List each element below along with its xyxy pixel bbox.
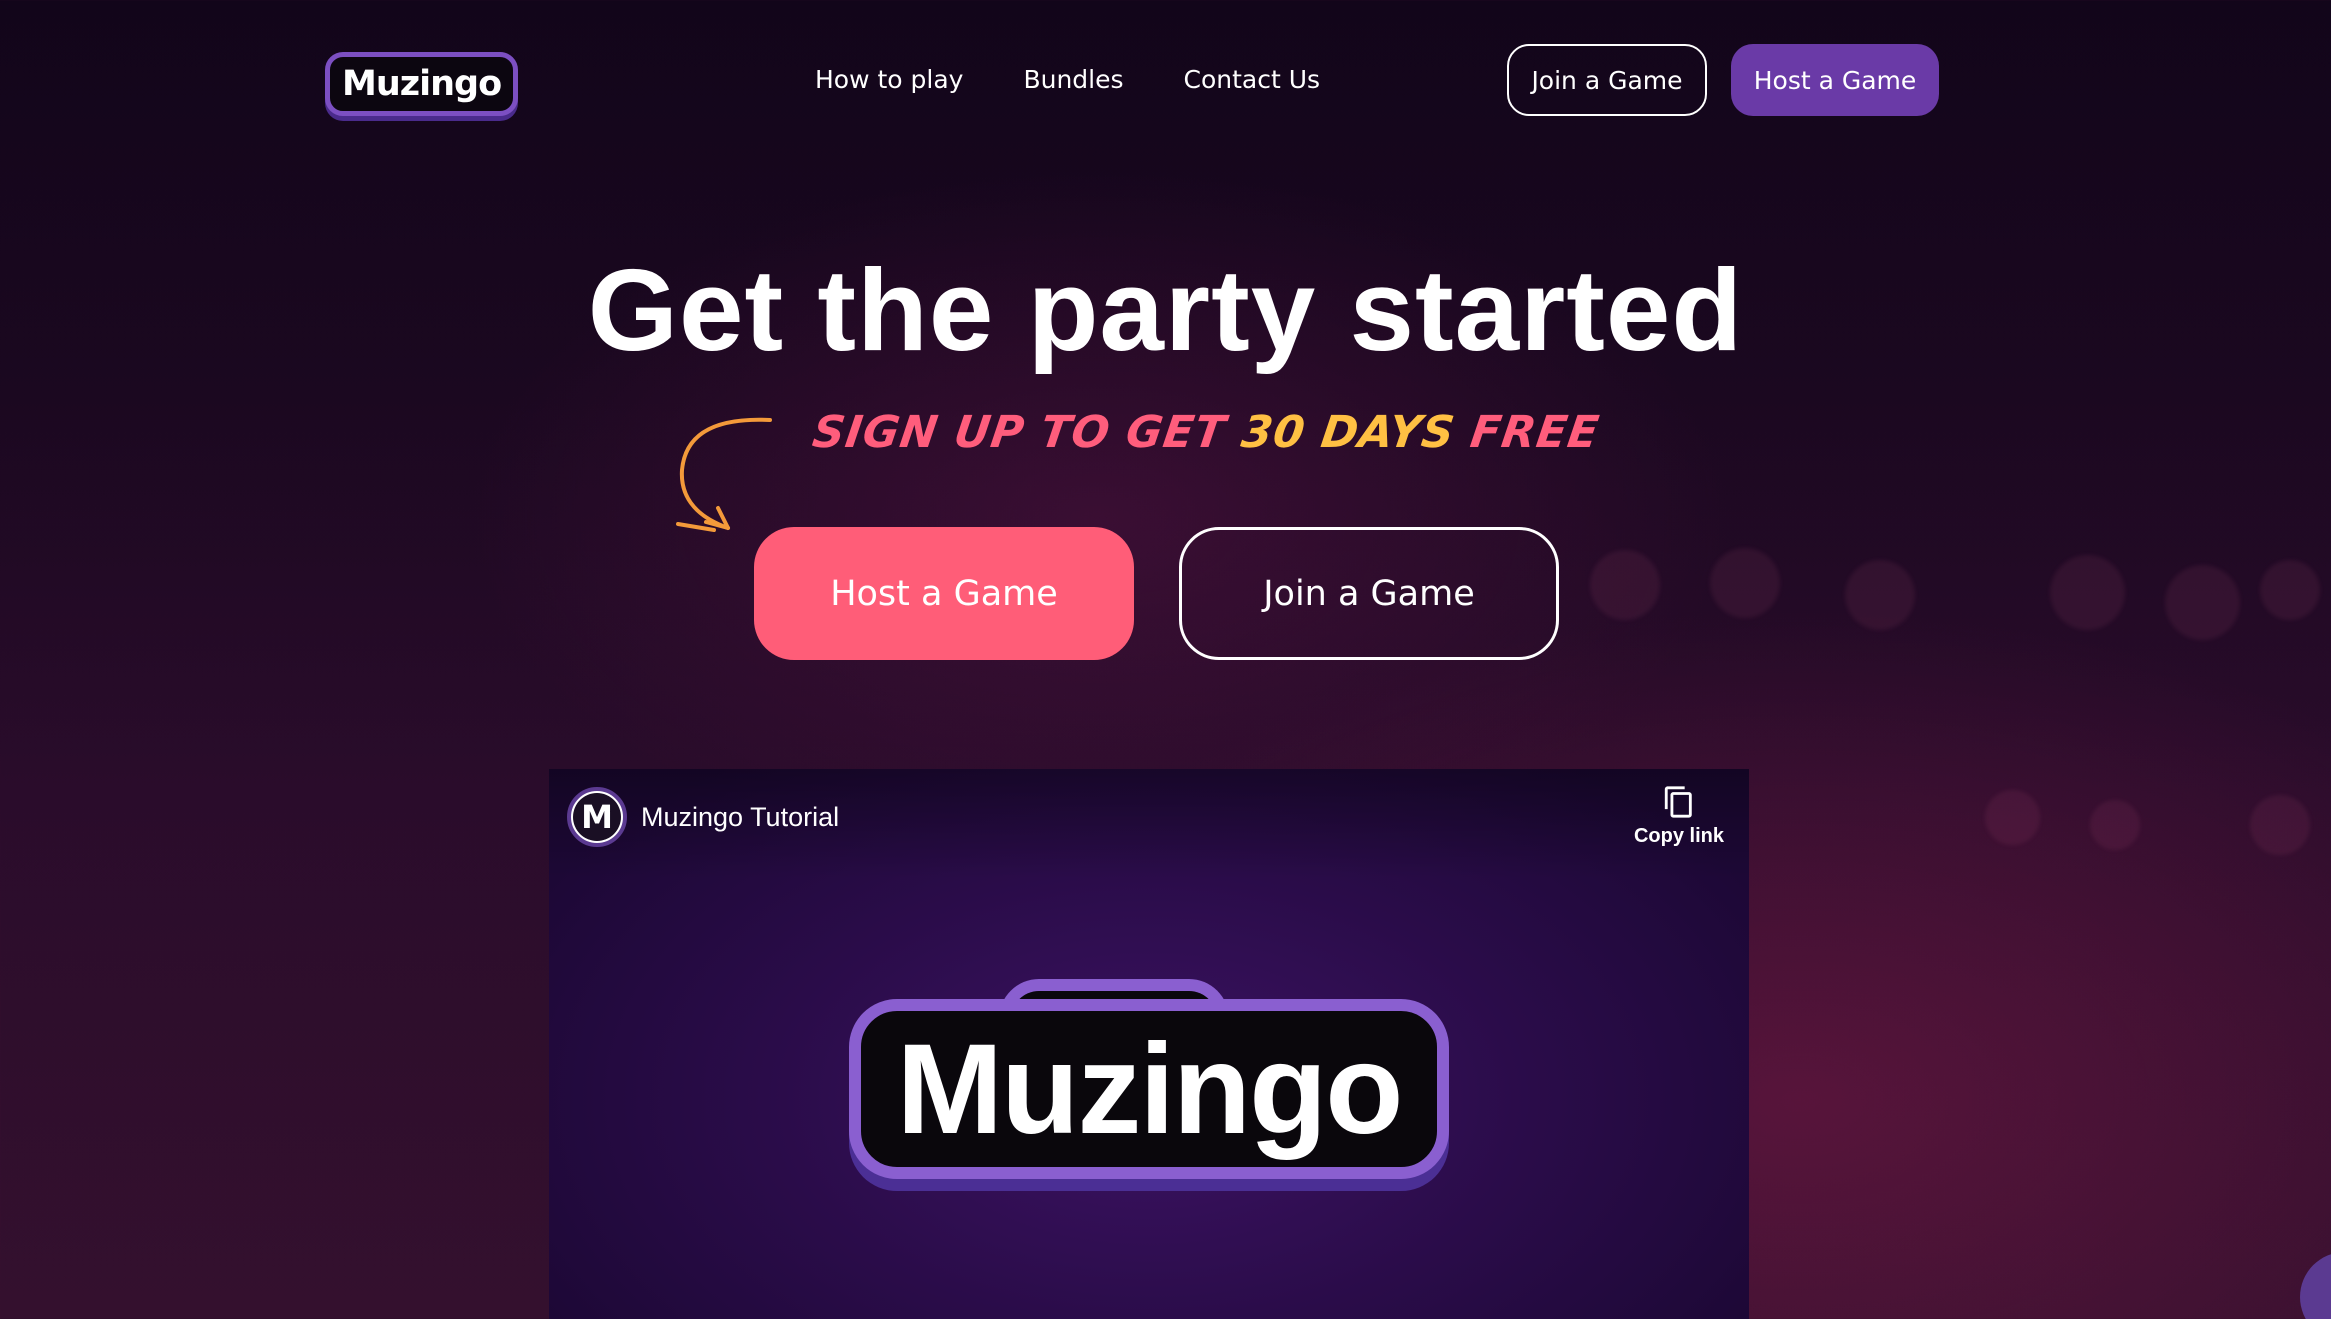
hero-join-game-button[interactable]: Join a Game [1179,527,1559,660]
nav-link-how-to-play[interactable]: How to play [815,62,963,98]
copy-link-label: Copy link [1633,825,1724,847]
hero-title: Get the party started [587,245,1744,375]
copy-link-button[interactable]: Copy link [1619,785,1739,865]
brand-logo-text: Muzingo [342,64,502,104]
video-logo: Muzingo [849,999,1449,1179]
promo-text-part: FREE [1450,407,1603,458]
video-title[interactable]: Muzingo Tutorial [641,799,839,835]
bokeh-light [2260,560,2320,620]
promo-highlight: 30 DAYS [1238,407,1459,458]
brand-logo[interactable]: Muzingo [325,52,519,116]
promo-text-part: SIGN UP TO GET [809,407,1246,458]
channel-avatar-initial: M [573,793,621,841]
channel-avatar[interactable]: M [567,787,627,847]
copy-icon [1664,786,1692,818]
bokeh-light [2090,800,2140,850]
header-host-game-button[interactable]: Host a Game [1731,44,1939,116]
bokeh-light [1710,548,1780,618]
nav-link-bundles[interactable]: Bundles [1023,62,1123,98]
hero-host-game-button[interactable]: Host a Game [754,527,1134,660]
main-nav: How to play Bundles Contact Us [815,62,1320,98]
bokeh-light [1845,560,1915,630]
bokeh-light [1590,550,1660,620]
site-header: Muzingo How to play Bundles Contact Us J… [0,0,2331,160]
bokeh-light [2050,555,2125,630]
promo-text: SIGN UP TO GET 30 DAYS FREE [808,398,1604,468]
nav-link-contact-us[interactable]: Contact Us [1184,62,1321,98]
bokeh-light [2165,565,2240,640]
tutorial-video-player[interactable]: M Muzingo Tutorial Copy link Muzingo [549,769,1749,1319]
curved-arrow-icon [676,417,772,532]
bokeh-light [1985,790,2040,845]
chat-widget-button[interactable] [2300,1252,2331,1319]
header-join-game-button[interactable]: Join a Game [1507,44,1707,116]
bokeh-light [2250,795,2310,855]
